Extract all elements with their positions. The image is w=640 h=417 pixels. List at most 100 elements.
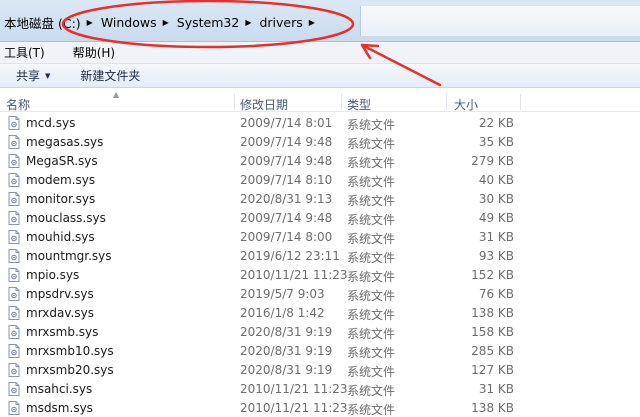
file-date: 2009/7/14 8:00 bbox=[240, 230, 333, 244]
file-type: 系统文件 bbox=[347, 175, 396, 189]
file-row[interactable]: msdsm.sys 2010/11/21 11:23 系统文件 138 KB bbox=[0, 399, 640, 417]
file-size: 158 KB bbox=[471, 325, 514, 339]
file-type: 系统文件 bbox=[347, 251, 396, 265]
breadcrumb-separator-icon[interactable]: ▶ bbox=[309, 18, 315, 27]
file-name: msdsm.sys bbox=[26, 401, 93, 415]
file-date: 2009/7/14 9:48 bbox=[240, 154, 333, 168]
system-file-icon bbox=[8, 173, 20, 187]
sort-ascending-icon: ▲ bbox=[113, 90, 120, 99]
file-type: 系统文件 bbox=[347, 213, 396, 227]
file-type: 系统文件 bbox=[347, 384, 396, 398]
file-type: 系统文件 bbox=[347, 308, 396, 322]
file-size: 40 KB bbox=[478, 173, 514, 187]
new-folder-label: 新建文件夹 bbox=[80, 69, 141, 83]
breadcrumb-root[interactable]: 本地磁盘 (C:) bbox=[4, 13, 81, 32]
file-date: 2020/8/31 9:19 bbox=[240, 344, 333, 358]
file-row[interactable]: mountmgr.sys 2019/6/12 23:11 系统文件 93 KB bbox=[0, 247, 640, 266]
system-file-icon bbox=[8, 401, 20, 415]
file-size: 152 KB bbox=[471, 268, 514, 282]
file-type: 系统文件 bbox=[347, 137, 396, 151]
file-type: 系统文件 bbox=[347, 289, 396, 303]
file-size: 76 KB bbox=[478, 287, 514, 301]
file-name: mcd.sys bbox=[26, 116, 76, 130]
file-row[interactable]: mouhid.sys 2009/7/14 8:00 系统文件 31 KB bbox=[0, 228, 640, 247]
system-file-icon bbox=[8, 268, 20, 282]
column-divider[interactable] bbox=[520, 94, 521, 110]
file-row[interactable]: mouclass.sys 2009/7/14 9:48 系统文件 49 KB bbox=[0, 209, 640, 228]
menu-help[interactable]: 帮助(H) bbox=[69, 44, 125, 61]
breadcrumb-system32[interactable]: System32 bbox=[177, 15, 240, 30]
file-date: 2020/8/31 9:19 bbox=[240, 363, 333, 377]
column-divider[interactable] bbox=[234, 94, 235, 110]
breadcrumb-separator-icon[interactable]: ▶ bbox=[163, 18, 169, 27]
file-size: 49 KB bbox=[478, 211, 514, 225]
file-row[interactable]: mrxdav.sys 2016/1/8 1:42 系统文件 138 KB bbox=[0, 304, 640, 323]
file-date: 2009/7/14 8:01 bbox=[240, 116, 333, 130]
file-name: mouclass.sys bbox=[26, 211, 106, 225]
file-size: 31 KB bbox=[478, 230, 514, 244]
new-folder-button[interactable]: 新建文件夹 bbox=[60, 67, 150, 84]
file-type: 系统文件 bbox=[347, 403, 396, 417]
file-type: 系统文件 bbox=[347, 365, 396, 379]
file-name: megasas.sys bbox=[26, 135, 104, 149]
file-size: 279 KB bbox=[471, 154, 514, 168]
menu-tools[interactable]: 工具(T) bbox=[0, 44, 55, 61]
file-row[interactable]: mrxsmb20.sys 2020/8/31 9:19 系统文件 127 KB bbox=[0, 361, 640, 380]
file-date: 2009/7/14 9:48 bbox=[240, 211, 333, 225]
address-bar-empty-area[interactable] bbox=[360, 6, 640, 36]
system-file-icon bbox=[8, 211, 20, 225]
file-date: 2020/8/31 9:13 bbox=[240, 192, 333, 206]
system-file-icon bbox=[8, 363, 20, 377]
file-date: 2009/7/14 8:10 bbox=[240, 173, 333, 187]
file-name: mpio.sys bbox=[26, 268, 80, 282]
file-size: 31 KB bbox=[478, 382, 514, 396]
file-date: 2010/11/21 11:23 bbox=[240, 268, 348, 282]
file-date: 2010/11/21 11:23 bbox=[240, 401, 348, 415]
breadcrumb-separator-icon[interactable]: ▶ bbox=[245, 18, 251, 27]
system-file-icon bbox=[8, 344, 20, 358]
file-row[interactable]: mpsdrv.sys 2019/5/7 9:03 系统文件 76 KB bbox=[0, 285, 640, 304]
file-row[interactable]: mcd.sys 2009/7/14 8:01 系统文件 22 KB bbox=[0, 114, 640, 133]
file-name: monitor.sys bbox=[26, 192, 96, 206]
file-row[interactable]: msahci.sys 2010/11/21 11:23 系统文件 31 KB bbox=[0, 380, 640, 399]
file-name: mpsdrv.sys bbox=[26, 287, 94, 301]
file-size: 93 KB bbox=[478, 249, 514, 263]
file-name: msahci.sys bbox=[26, 382, 93, 396]
system-file-icon bbox=[8, 154, 20, 168]
file-size: 127 KB bbox=[471, 363, 514, 377]
file-row[interactable]: megasas.sys 2009/7/14 9:48 系统文件 35 KB bbox=[0, 133, 640, 152]
breadcrumb-separator-icon[interactable]: ▶ bbox=[87, 18, 93, 27]
file-name: mrxsmb10.sys bbox=[26, 344, 114, 358]
file-row[interactable]: monitor.sys 2020/8/31 9:13 系统文件 30 KB bbox=[0, 190, 640, 209]
system-file-icon bbox=[8, 249, 20, 263]
file-name: modem.sys bbox=[26, 173, 96, 187]
system-file-icon bbox=[8, 306, 20, 320]
file-size: 138 KB bbox=[471, 401, 514, 415]
file-date: 2019/6/12 23:11 bbox=[240, 249, 340, 263]
menu-bar: 工具(T) 帮助(H) bbox=[0, 42, 640, 64]
file-size: 35 KB bbox=[478, 135, 514, 149]
file-date: 2010/11/21 11:23 bbox=[240, 382, 348, 396]
chevron-down-icon: ▼ bbox=[45, 71, 51, 80]
breadcrumb-drivers[interactable]: drivers bbox=[259, 15, 302, 30]
breadcrumb-windows[interactable]: Windows bbox=[101, 15, 157, 30]
file-name: mrxdav.sys bbox=[26, 306, 94, 320]
share-button[interactable]: 共享 ▼ bbox=[0, 67, 60, 84]
file-row[interactable]: MegaSR.sys 2009/7/14 9:48 系统文件 279 KB bbox=[0, 152, 640, 171]
column-header-date[interactable]: 修改日期 bbox=[240, 96, 288, 113]
address-bar[interactable]: 本地磁盘 (C:) ▶ Windows ▶ System32 ▶ drivers… bbox=[0, 0, 640, 42]
column-divider[interactable] bbox=[341, 94, 342, 110]
column-header-type[interactable]: 类型 bbox=[347, 96, 371, 113]
column-divider[interactable] bbox=[446, 94, 447, 110]
file-row[interactable]: mpio.sys 2010/11/21 11:23 系统文件 152 KB bbox=[0, 266, 640, 285]
file-type: 系统文件 bbox=[347, 118, 396, 132]
file-row[interactable]: mrxsmb.sys 2020/8/31 9:19 系统文件 158 KB bbox=[0, 323, 640, 342]
file-date: 2019/5/7 9:03 bbox=[240, 287, 325, 301]
column-header-size[interactable]: 大小 bbox=[454, 96, 478, 113]
file-row[interactable]: modem.sys 2009/7/14 8:10 系统文件 40 KB bbox=[0, 171, 640, 190]
column-header-name[interactable]: 名称 bbox=[6, 96, 30, 113]
file-name: mrxsmb20.sys bbox=[26, 363, 114, 377]
file-row[interactable]: mrxsmb10.sys 2020/8/31 9:19 系统文件 285 KB bbox=[0, 342, 640, 361]
file-name: mouhid.sys bbox=[26, 230, 95, 244]
file-name: mrxsmb.sys bbox=[26, 325, 99, 339]
